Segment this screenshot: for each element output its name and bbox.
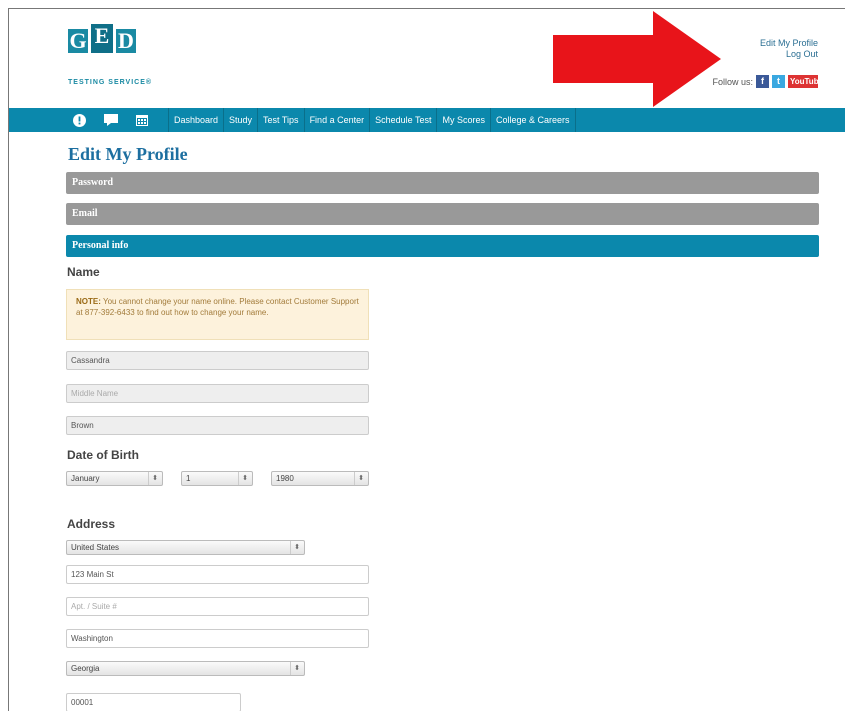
logo-letter-d: D (116, 29, 136, 53)
state-select[interactable]: Georgia ⬍ (66, 661, 305, 676)
dob-year-value: 1980 (276, 474, 294, 483)
first-name-field[interactable]: Cassandra (66, 351, 369, 370)
zip-field[interactable]: 00001 (66, 693, 241, 711)
select-arrows-icon: ⬍ (294, 665, 300, 672)
main-nav: Dashboard Study Test Tips Find a Center … (9, 108, 845, 132)
select-arrows-icon: ⬍ (242, 475, 248, 482)
select-arrows-icon: ⬍ (358, 475, 364, 482)
dob-day-value: 1 (186, 474, 191, 483)
apt-suite-field[interactable]: Apt. / Suite # (66, 597, 369, 616)
calendar-icon[interactable] (126, 108, 157, 132)
logo-letter-g: G (68, 28, 88, 53)
alert-icon[interactable] (64, 108, 95, 132)
nav-test-tips[interactable]: Test Tips (257, 108, 304, 132)
youtube-icon[interactable]: YouTube (788, 75, 823, 88)
personal-info-section-toggle[interactable]: Personal info (66, 235, 819, 257)
middle-name-field[interactable]: Middle Name (66, 384, 369, 403)
password-section-toggle[interactable]: Password (66, 172, 819, 194)
select-divider (354, 472, 355, 485)
select-arrows-icon: ⬍ (294, 544, 300, 551)
state-value: Georgia (71, 664, 100, 673)
country-value: United States (71, 543, 120, 552)
address-heading: Address (67, 517, 116, 531)
last-name-field[interactable]: Brown (66, 416, 369, 435)
nav-schedule-test[interactable]: Schedule Test (369, 108, 436, 132)
select-divider (290, 662, 291, 675)
country-select[interactable]: United States ⬍ (66, 540, 305, 555)
follow-label: Follow us: (712, 76, 753, 87)
dob-year-select[interactable]: 1980 ⬍ (271, 471, 369, 486)
note-label: NOTE: (76, 297, 101, 306)
follow-us: Follow us: f t YouTube (712, 75, 823, 88)
edit-profile-link[interactable]: Edit My Profile (760, 38, 818, 49)
note-text: You cannot change your name online. Plea… (76, 297, 359, 317)
chat-icon[interactable] (95, 108, 126, 132)
name-heading: Name (67, 265, 100, 279)
logo-subtitle: TESTING SERVICE® (68, 79, 153, 86)
select-divider (148, 472, 149, 485)
street-field[interactable]: 123 Main St (66, 565, 369, 584)
dob-month-select[interactable]: January ⬍ (66, 471, 163, 486)
log-out-link[interactable]: Log Out (760, 49, 818, 60)
logo-letter-e: E (91, 24, 113, 53)
nav-find-a-center[interactable]: Find a Center (303, 108, 370, 132)
nav-study[interactable]: Study (223, 108, 257, 132)
nav-college-careers[interactable]: College & Careers (489, 108, 576, 132)
dob-heading: Date of Birth (67, 448, 139, 462)
nav-links: Dashboard Study Test Tips Find a Center … (168, 108, 576, 132)
select-arrows-icon: ⬍ (152, 475, 158, 482)
facebook-icon[interactable]: f (756, 75, 769, 88)
account-links: Edit My Profile Log Out (760, 38, 818, 60)
nav-dashboard[interactable]: Dashboard (168, 108, 223, 132)
email-section-toggle[interactable]: Email (66, 203, 819, 225)
annotation-arrow (553, 11, 721, 107)
nav-my-scores[interactable]: My Scores (436, 108, 490, 132)
select-divider (290, 541, 291, 554)
dob-day-select[interactable]: 1 ⬍ (181, 471, 253, 486)
name-note: NOTE: You cannot change your name online… (66, 289, 369, 340)
select-divider (238, 472, 239, 485)
city-field[interactable]: Washington (66, 629, 369, 648)
page-title: Edit My Profile (68, 144, 188, 164)
twitter-icon[interactable]: t (772, 75, 785, 88)
dob-month-value: January (71, 474, 100, 483)
